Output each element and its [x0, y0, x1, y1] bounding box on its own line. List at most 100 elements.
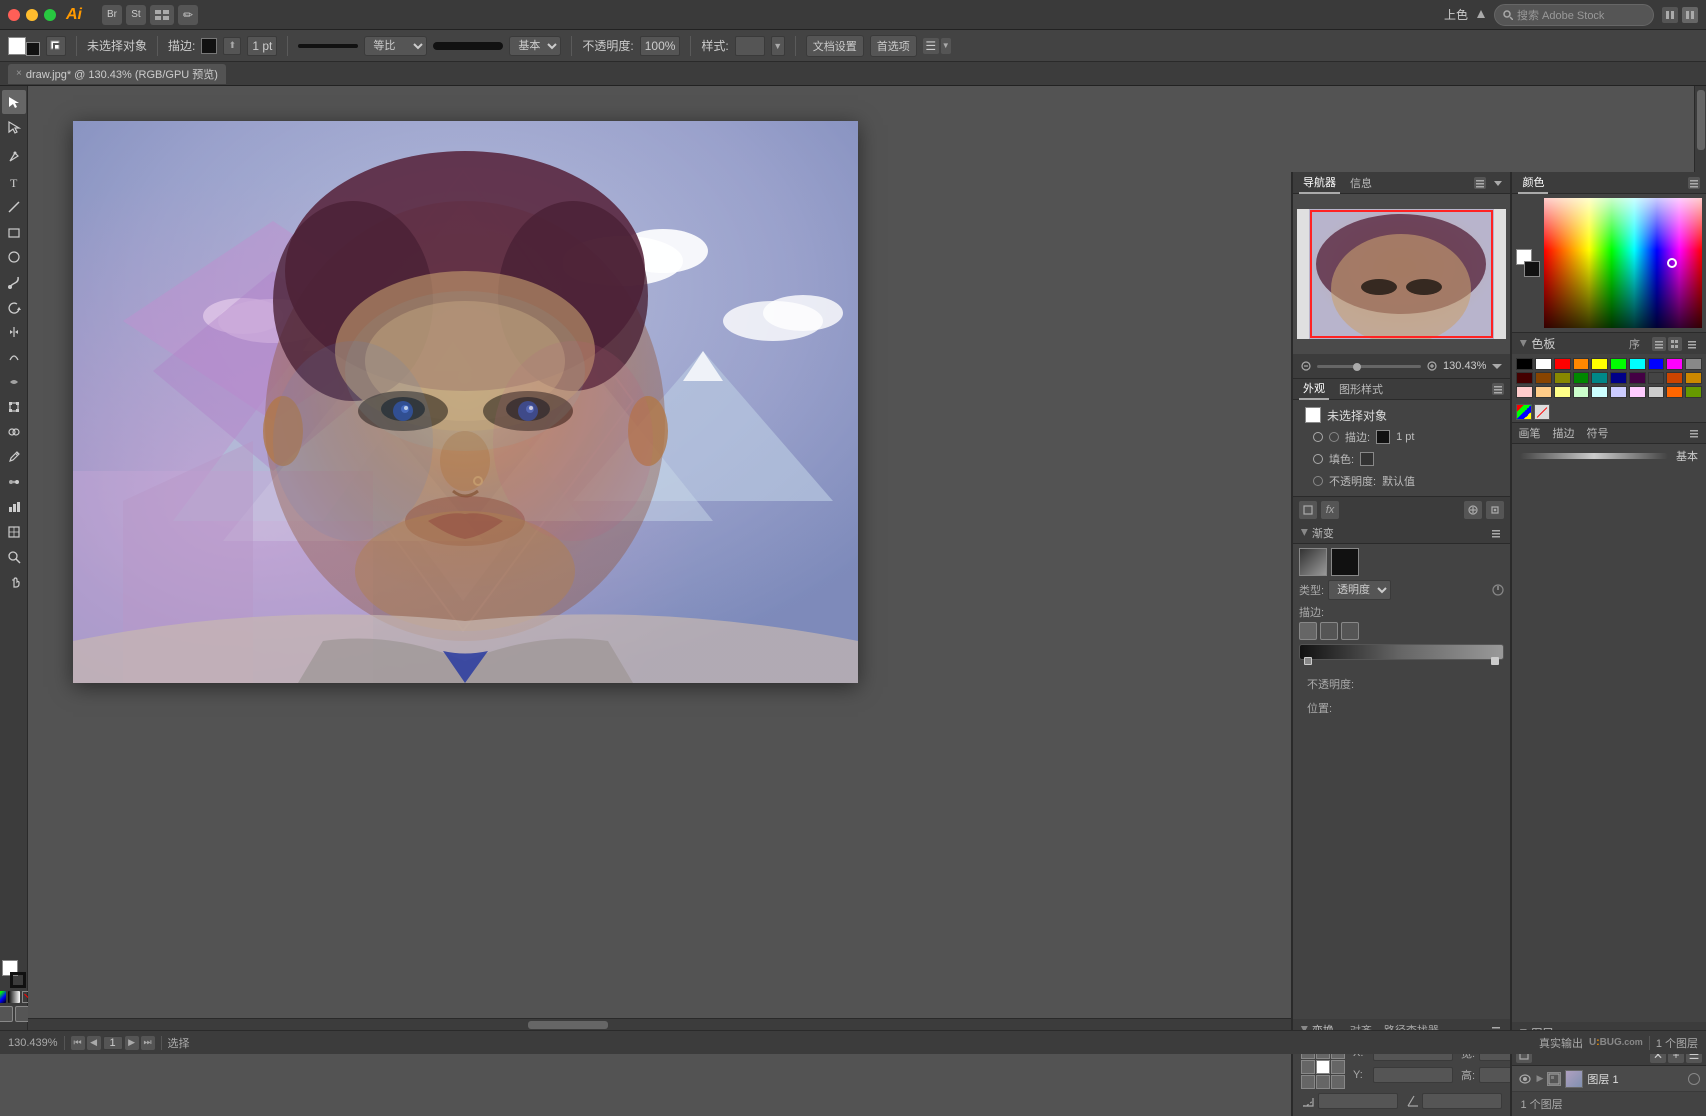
preferences-btn[interactable]: 首选项	[870, 35, 917, 57]
tab-color[interactable]: 颜色	[1518, 172, 1548, 194]
tool-selection[interactable]	[2, 90, 26, 114]
panel-menu-btn[interactable]	[1474, 177, 1486, 189]
next-page-btn[interactable]: ▶	[125, 1036, 139, 1050]
tab-stroke[interactable]: 描边	[1552, 425, 1574, 441]
tab-brush[interactable]: 画笔	[1518, 425, 1540, 441]
fill-stroke-toggle[interactable]	[46, 36, 66, 56]
doc-settings-btn[interactable]: 文档设置	[806, 35, 864, 57]
appear-edit-stroke[interactable]	[1329, 432, 1339, 442]
left-panel-toggle[interactable]	[1662, 7, 1678, 23]
swatch-23[interactable]	[1573, 386, 1590, 398]
appear-vis-fill[interactable]	[1313, 454, 1323, 464]
tool-slice[interactable]	[2, 520, 26, 544]
stock-icon[interactable]: St	[126, 5, 146, 25]
tool-column-graph[interactable]	[2, 495, 26, 519]
swatch-29[interactable]	[1685, 386, 1702, 398]
view-mode-icon[interactable]	[150, 5, 174, 25]
origin-bc[interactable]	[1316, 1075, 1330, 1089]
panel-collapse-btn[interactable]	[1492, 177, 1504, 189]
appear-vis-opacity[interactable]	[1313, 476, 1323, 486]
grad-handle-right[interactable]	[1491, 657, 1499, 665]
close-button[interactable]	[8, 9, 20, 21]
special-swatch-none[interactable]	[1534, 404, 1550, 420]
swatch-11[interactable]	[1535, 372, 1552, 384]
swatch-20[interactable]	[1516, 386, 1533, 398]
swatch-5[interactable]	[1610, 358, 1627, 370]
swatch-14[interactable]	[1591, 372, 1608, 384]
swatch-10[interactable]	[1516, 372, 1533, 384]
stroke-dot-3[interactable]	[1341, 622, 1359, 640]
origin-mc[interactable]	[1316, 1060, 1330, 1074]
swatch-15[interactable]	[1610, 372, 1627, 384]
right-panel-toggle[interactable]	[1682, 7, 1698, 23]
swatch-21[interactable]	[1535, 386, 1552, 398]
tool-pen[interactable]	[2, 145, 26, 169]
brush-menu-btn[interactable]	[1688, 427, 1700, 439]
gradient-bar[interactable]	[1299, 644, 1504, 660]
search-box[interactable]: 搜索 Adobe Stock	[1494, 4, 1654, 26]
stroke-dot-1[interactable]	[1299, 622, 1317, 640]
swatch-1[interactable]	[1535, 358, 1552, 370]
tool-rect[interactable]	[2, 220, 26, 244]
tool-type[interactable]: T	[2, 170, 26, 194]
tool-rotate[interactable]	[2, 295, 26, 319]
stroke-bottom[interactable]	[10, 972, 26, 988]
gradient-menu-btn[interactable]	[1490, 527, 1502, 539]
arrange-dropdown[interactable]: ▼	[941, 38, 951, 54]
tool-mirror[interactable]	[2, 320, 26, 344]
proportion-select[interactable]: 等比 非等比	[364, 36, 427, 56]
tab-info[interactable]: 信息	[1346, 173, 1376, 193]
zoom-out-icon[interactable]	[1301, 361, 1311, 371]
swatch-0[interactable]	[1516, 358, 1533, 370]
maximize-button[interactable]	[44, 9, 56, 21]
swatch-2[interactable]	[1554, 358, 1571, 370]
appear-obj-swatch[interactable]	[1305, 407, 1321, 423]
swatch-19[interactable]	[1685, 372, 1702, 384]
swatch-13[interactable]	[1573, 372, 1590, 384]
page-input[interactable]	[103, 1036, 123, 1050]
stroke-up-down[interactable]: ⬆	[223, 37, 241, 55]
tool-line[interactable]	[2, 195, 26, 219]
gradient-swatch-preview[interactable]	[1299, 548, 1327, 576]
swatch-list-view[interactable]	[1652, 337, 1666, 351]
stroke-dot-2[interactable]	[1320, 622, 1338, 640]
tab-graphic-style[interactable]: 图形样式	[1335, 379, 1387, 399]
swatch-22[interactable]	[1554, 386, 1571, 398]
swatch-16[interactable]	[1629, 372, 1646, 384]
stroke-color-swatch[interactable]	[201, 38, 217, 54]
tool-zoom[interactable]	[2, 545, 26, 569]
tab-appearance[interactable]: 外观	[1299, 378, 1329, 400]
swatch-17[interactable]	[1648, 372, 1665, 384]
zoom-dropdown-icon[interactable]	[1492, 361, 1502, 371]
gradient-section-header[interactable]: ▶ 渐变	[1293, 522, 1510, 544]
swatch-panel-label[interactable]: 色板	[1531, 335, 1555, 352]
v-scroll-thumb[interactable]	[1697, 90, 1705, 150]
new-art-style-btn[interactable]	[1299, 501, 1317, 519]
tool-warp[interactable]	[2, 345, 26, 369]
first-page-btn[interactable]: ⏮	[71, 1036, 85, 1050]
bg-swatch[interactable]	[1524, 261, 1540, 277]
color-mode-icon[interactable]	[0, 991, 6, 1003]
layer-color-btn[interactable]	[1688, 1073, 1700, 1085]
appear-stroke-swatch[interactable]	[1376, 430, 1390, 444]
zoom-slider-thumb[interactable]	[1353, 363, 1361, 371]
zoom-in-icon[interactable]	[1427, 361, 1437, 371]
tool-shape-builder[interactable]	[2, 420, 26, 444]
last-page-btn[interactable]: ⏭	[141, 1036, 155, 1050]
artwork-canvas[interactable]	[73, 121, 858, 683]
swatch-grid-view[interactable]	[1668, 337, 1682, 351]
stroke-swatch-overlay[interactable]	[26, 42, 40, 56]
swatches-menu-btn[interactable]	[1686, 338, 1698, 350]
style-dropdown[interactable]: ▼	[771, 36, 785, 56]
tab-symbol[interactable]: 符号	[1586, 425, 1608, 441]
minimize-button[interactable]	[26, 9, 38, 21]
y-input[interactable]	[1373, 1067, 1453, 1083]
shear-input[interactable]	[1422, 1093, 1502, 1109]
tool-free-transform[interactable]	[2, 395, 26, 419]
layer-expand-btn[interactable]: ▶	[1536, 1073, 1543, 1084]
tool-width[interactable]	[2, 370, 26, 394]
swatch-18[interactable]	[1666, 372, 1683, 384]
color-spectrum[interactable]	[1544, 198, 1702, 328]
location-dropdown-icon[interactable]	[1476, 8, 1486, 22]
arrange-icon[interactable]: ☰	[923, 38, 939, 54]
